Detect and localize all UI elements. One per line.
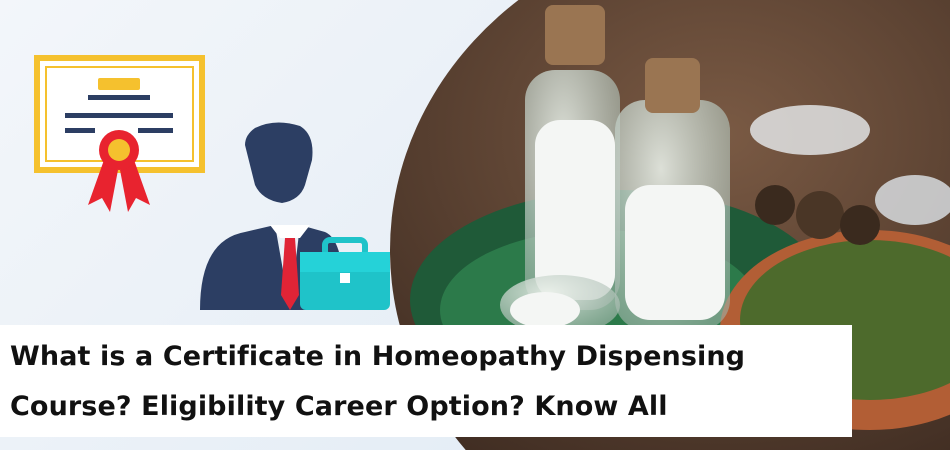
certificate-icon xyxy=(34,55,205,212)
illustration xyxy=(34,55,390,310)
caption-title-line-2: Course? Eligibility Career Option? Know … xyxy=(10,391,668,422)
caption-title-line-1: What is a Certificate in Homeopathy Disp… xyxy=(10,341,746,372)
